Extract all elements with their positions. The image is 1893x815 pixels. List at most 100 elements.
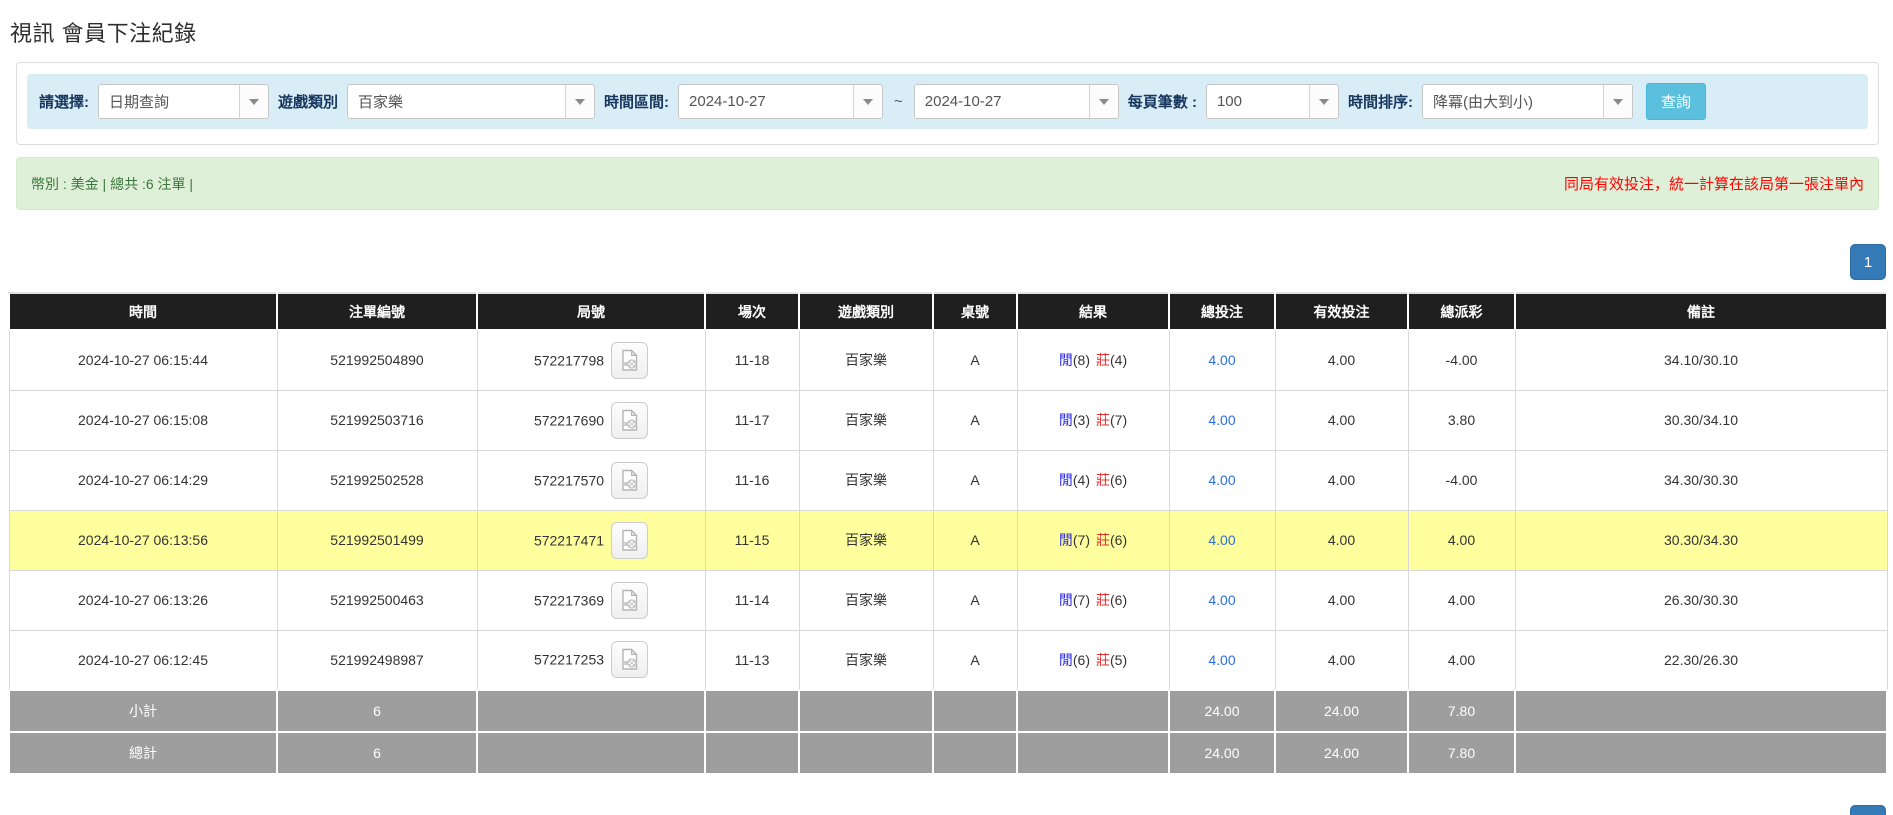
game-type-label: 遊戲類別 <box>278 91 338 112</box>
filter-bar: 請選擇: 日期查詢 遊戲類別 百家樂 時間區間: 2024-10-27 ~ 20… <box>27 74 1868 129</box>
video-file-icon <box>619 589 640 612</box>
cell-round-id: 572217471 <box>477 510 705 570</box>
date-from-select[interactable]: 2024-10-27 <box>678 84 883 119</box>
column-header-3: 場次 <box>705 293 799 330</box>
cell-total-bet: 4.00 <box>1169 330 1275 390</box>
video-replay-button[interactable] <box>611 522 648 559</box>
summary-total-bet: 24.00 <box>1169 690 1275 732</box>
cell-game-type: 百家樂 <box>799 450 933 510</box>
column-header-4: 遊戲類別 <box>799 293 933 330</box>
cell-valid-bet: 4.00 <box>1275 510 1408 570</box>
chevron-down-icon <box>1089 85 1118 118</box>
time-sort-value: 降冪(由大到小) <box>1423 85 1603 118</box>
cell-session: 11-14 <box>705 570 799 630</box>
cell-valid-bet: 4.00 <box>1275 570 1408 630</box>
cell-table-code: A <box>933 630 1017 690</box>
currency-total-summary: 幣別 : 美金 | 總共 :6 注單 | <box>31 174 193 194</box>
chevron-down-icon <box>1603 85 1632 118</box>
column-header-9: 總派彩 <box>1408 293 1515 330</box>
date-to-select[interactable]: 2024-10-27 <box>914 84 1119 119</box>
table-row: 2024-10-27 06:15:08 521992503716 5722176… <box>9 390 1887 450</box>
video-replay-button[interactable] <box>611 582 648 619</box>
cell-result: 閒(4)莊(6) <box>1017 450 1169 510</box>
video-file-icon <box>619 529 640 552</box>
cell-bet-id: 521992498987 <box>277 630 477 690</box>
table-summary-row: 總計 6 24.00 24.00 7.80 <box>9 732 1887 774</box>
chevron-down-icon <box>1309 85 1338 118</box>
cell-result: 閒(7)莊(6) <box>1017 570 1169 630</box>
cell-time: 2024-10-27 06:12:45 <box>9 630 277 690</box>
total-bet-link[interactable]: 4.00 <box>1208 352 1235 368</box>
search-button[interactable]: 查詢 <box>1646 83 1706 120</box>
cell-session: 11-16 <box>705 450 799 510</box>
betting-records-table: 時間注單編號局號場次遊戲類別桌號結果總投注有效投注總派彩備註 2024-10-2… <box>8 292 1888 775</box>
chevron-down-icon <box>853 85 882 118</box>
cell-time: 2024-10-27 06:15:44 <box>9 330 277 390</box>
cell-game-type: 百家樂 <box>799 330 933 390</box>
total-bet-link[interactable]: 4.00 <box>1208 472 1235 488</box>
cell-valid-bet: 4.00 <box>1275 630 1408 690</box>
column-header-7: 總投注 <box>1169 293 1275 330</box>
cell-table-code: A <box>933 510 1017 570</box>
summary-valid-bet: 24.00 <box>1275 690 1408 732</box>
column-header-1: 注單編號 <box>277 293 477 330</box>
video-replay-button[interactable] <box>611 402 648 439</box>
video-file-icon <box>619 409 640 432</box>
table-header-row: 時間注單編號局號場次遊戲類別桌號結果總投注有效投注總派彩備註 <box>9 293 1887 330</box>
cell-round-id: 572217690 <box>477 390 705 450</box>
cell-game-type: 百家樂 <box>799 510 933 570</box>
query-type-value: 日期查詢 <box>99 85 239 118</box>
cell-session: 11-17 <box>705 390 799 450</box>
cell-bet-id: 521992502528 <box>277 450 477 510</box>
cell-bet-id: 521992500463 <box>277 570 477 630</box>
cell-table-code: A <box>933 390 1017 450</box>
video-replay-button[interactable] <box>611 462 648 499</box>
page-1-button[interactable]: 1 <box>1850 244 1886 280</box>
range-separator: ~ <box>892 93 905 110</box>
pagination-bottom: 1 <box>0 805 1886 815</box>
summary-bar: 幣別 : 美金 | 總共 :6 注單 | 同局有效投注，統一計算在該局第一張注單… <box>16 157 1879 210</box>
cell-remark: 22.30/26.30 <box>1515 630 1887 690</box>
cell-remark: 34.30/30.30 <box>1515 450 1887 510</box>
cell-payout: -4.00 <box>1408 450 1515 510</box>
cell-time: 2024-10-27 06:14:29 <box>9 450 277 510</box>
cell-round-id: 572217570 <box>477 450 705 510</box>
time-range-label: 時間區間: <box>604 91 669 112</box>
game-type-select[interactable]: 百家樂 <box>347 84 595 119</box>
cell-bet-id: 521992503716 <box>277 390 477 450</box>
total-bet-link[interactable]: 4.00 <box>1208 412 1235 428</box>
total-bet-link[interactable]: 4.00 <box>1208 652 1235 668</box>
cell-bet-id: 521992501499 <box>277 510 477 570</box>
video-replay-button[interactable] <box>611 342 648 379</box>
cell-round-id: 572217798 <box>477 330 705 390</box>
cell-valid-bet: 4.00 <box>1275 330 1408 390</box>
cell-round-id: 572217253 <box>477 630 705 690</box>
time-sort-select[interactable]: 降冪(由大到小) <box>1422 84 1633 119</box>
summary-label: 總計 <box>9 732 277 774</box>
betting-records-page: 視訊 會員下注紀錄 請選擇: 日期查詢 遊戲類別 百家樂 時間區間: 2024-… <box>0 16 1893 815</box>
cell-total-bet: 4.00 <box>1169 450 1275 510</box>
page-size-select[interactable]: 100 <box>1206 84 1339 119</box>
page-size-label: 每頁筆數 : <box>1128 91 1197 112</box>
summary-label: 小計 <box>9 690 277 732</box>
cell-remark: 26.30/30.30 <box>1515 570 1887 630</box>
cell-table-code: A <box>933 570 1017 630</box>
column-header-0: 時間 <box>9 293 277 330</box>
cell-result: 閒(6)莊(5) <box>1017 630 1169 690</box>
cell-time: 2024-10-27 06:15:08 <box>9 390 277 450</box>
column-header-6: 結果 <box>1017 293 1169 330</box>
video-file-icon <box>619 349 640 372</box>
column-header-2: 局號 <box>477 293 705 330</box>
query-type-select[interactable]: 日期查詢 <box>98 84 269 119</box>
cell-valid-bet: 4.00 <box>1275 390 1408 450</box>
total-bet-link[interactable]: 4.00 <box>1208 592 1235 608</box>
pagination-top: 1 <box>0 244 1886 280</box>
cell-round-id: 572217369 <box>477 570 705 630</box>
page-1-button[interactable]: 1 <box>1850 805 1886 815</box>
video-replay-button[interactable] <box>611 641 648 678</box>
total-bet-link[interactable]: 4.00 <box>1208 532 1235 548</box>
cell-bet-id: 521992504890 <box>277 330 477 390</box>
cell-game-type: 百家樂 <box>799 390 933 450</box>
table-row: 2024-10-27 06:13:56 521992501499 5722174… <box>9 510 1887 570</box>
cell-session: 11-15 <box>705 510 799 570</box>
